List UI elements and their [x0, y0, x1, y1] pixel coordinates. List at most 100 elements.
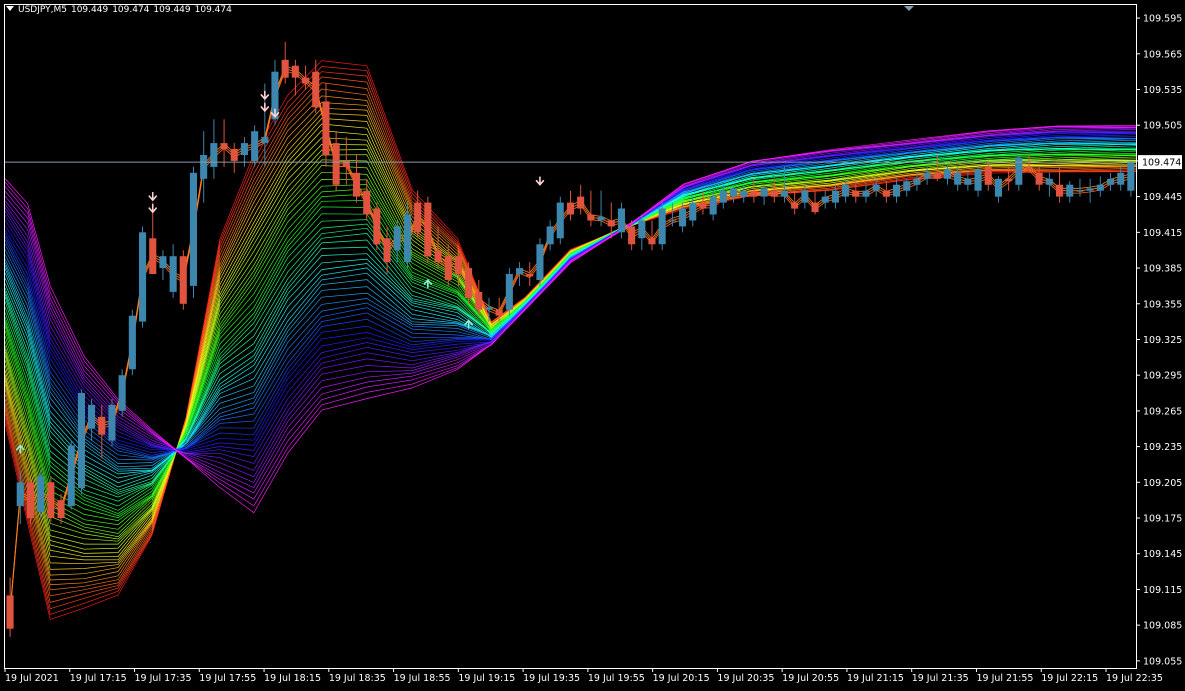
candle-body	[577, 196, 585, 209]
ma-line	[4, 123, 1137, 561]
sell-arrow-icon	[260, 102, 270, 113]
candle-body	[139, 232, 147, 322]
x-tick-label: 19 Jul 17:35	[135, 673, 192, 684]
x-tick-label: 19 Jul 2021	[5, 673, 59, 684]
candle-body	[47, 482, 55, 518]
candles	[6, 41, 1135, 638]
candle-body	[261, 137, 269, 144]
candle-body	[353, 172, 361, 197]
x-tick-label: 19 Jul 20:15	[653, 673, 710, 684]
candle-body	[679, 208, 687, 227]
candle-body	[740, 190, 748, 197]
candle-body	[495, 309, 503, 316]
y-tick-label: 109.055	[1143, 656, 1182, 667]
candle-body	[1035, 172, 1043, 185]
candle-body	[994, 178, 1002, 197]
candle-body	[240, 143, 248, 155]
candle-body	[943, 169, 951, 179]
candle-body	[322, 101, 330, 155]
candle-body	[128, 315, 136, 370]
y-tick-label: 109.595	[1143, 14, 1182, 25]
candle-body	[454, 256, 462, 275]
x-tick-label: 19 Jul 17:55	[199, 673, 256, 684]
candle-body	[220, 143, 228, 150]
candle-body	[780, 190, 788, 197]
x-tick-label: 19 Jul 19:55	[588, 673, 645, 684]
ma-line	[4, 138, 1137, 464]
candle-body	[414, 202, 422, 233]
candle-body	[291, 65, 299, 78]
candle-body	[67, 445, 75, 507]
candle-body	[475, 291, 483, 310]
x-tick-label: 19 Jul 18:55	[394, 673, 451, 684]
candle-body	[689, 202, 697, 221]
candle-body	[1005, 178, 1013, 182]
candle-body	[1076, 190, 1084, 192]
y-tick-label: 109.505	[1143, 121, 1182, 132]
candle-body	[801, 190, 809, 203]
ma-line	[4, 66, 1137, 615]
candle-body	[98, 416, 106, 435]
ma-line	[4, 102, 1136, 581]
candle-body	[628, 226, 636, 245]
candle-body	[556, 202, 564, 239]
candle-body	[108, 404, 116, 441]
ma-line	[4, 137, 1137, 458]
price-chart[interactable]: 109.595109.565109.535109.505109.475109.4…	[0, 0, 1185, 691]
y-tick-label: 109.115	[1143, 585, 1182, 596]
candle-body	[984, 166, 992, 185]
candle-body	[954, 172, 962, 185]
candle-body	[709, 196, 717, 215]
x-tick-label: 19 Jul 22:35	[1106, 673, 1163, 684]
candle-body	[903, 181, 911, 191]
ma-line	[4, 95, 1137, 586]
candle-body	[607, 220, 615, 227]
candle-body	[536, 244, 544, 280]
y-tick-label: 109.175	[1143, 514, 1182, 525]
candle-body	[811, 202, 819, 213]
sell-arrow-icon	[148, 203, 158, 214]
candle-body	[1127, 162, 1135, 191]
candle-body	[770, 190, 778, 197]
candle-body	[597, 216, 605, 221]
x-tick-label: 19 Jul 22:15	[1041, 673, 1098, 684]
candle-body	[1107, 178, 1115, 185]
candle-body	[862, 190, 870, 197]
chart-shift-marker-icon[interactable]	[904, 6, 914, 11]
candle-body	[16, 482, 24, 507]
candle-body	[465, 268, 473, 298]
candle-body	[842, 184, 850, 197]
ma-ribbon	[4, 60, 1137, 620]
candle-body	[964, 178, 972, 185]
candle-body	[57, 500, 65, 519]
candle-body	[363, 190, 371, 215]
candle-body	[1096, 184, 1104, 191]
candle-body	[1117, 172, 1125, 185]
candle-body	[485, 307, 493, 310]
x-tick-label: 19 Jul 17:15	[70, 673, 127, 684]
chart-frame	[4, 4, 1137, 669]
candle-body	[1056, 184, 1064, 197]
candle-body	[923, 172, 931, 179]
x-tick-label: 19 Jul 21:35	[912, 673, 969, 684]
y-tick-label: 109.265	[1143, 406, 1182, 417]
candle-body	[933, 172, 941, 179]
time-axis[interactable]: 19 Jul 2021 19 Jul 17:15 19 Jul 17:35 19 Ju…	[4, 668, 1163, 684]
candle-body	[37, 476, 45, 513]
candle-body	[169, 256, 177, 292]
y-tick-label: 109.535	[1143, 85, 1182, 96]
candle-body	[974, 169, 982, 191]
candle-body	[332, 143, 340, 185]
candle-body	[831, 190, 839, 203]
candle-body	[546, 226, 554, 245]
candle-body	[617, 208, 625, 233]
price-axis[interactable]: 109.595109.565109.535109.505109.475109.4…	[1136, 14, 1182, 668]
candle-body	[587, 214, 595, 221]
candle-body	[373, 208, 381, 245]
candle-body	[852, 190, 860, 197]
y-tick-label: 109.235	[1143, 442, 1182, 453]
y-tick-label: 109.325	[1143, 335, 1182, 346]
candle-body	[210, 143, 218, 167]
candle-body	[424, 202, 432, 257]
sell-arrow-icon	[148, 191, 158, 202]
